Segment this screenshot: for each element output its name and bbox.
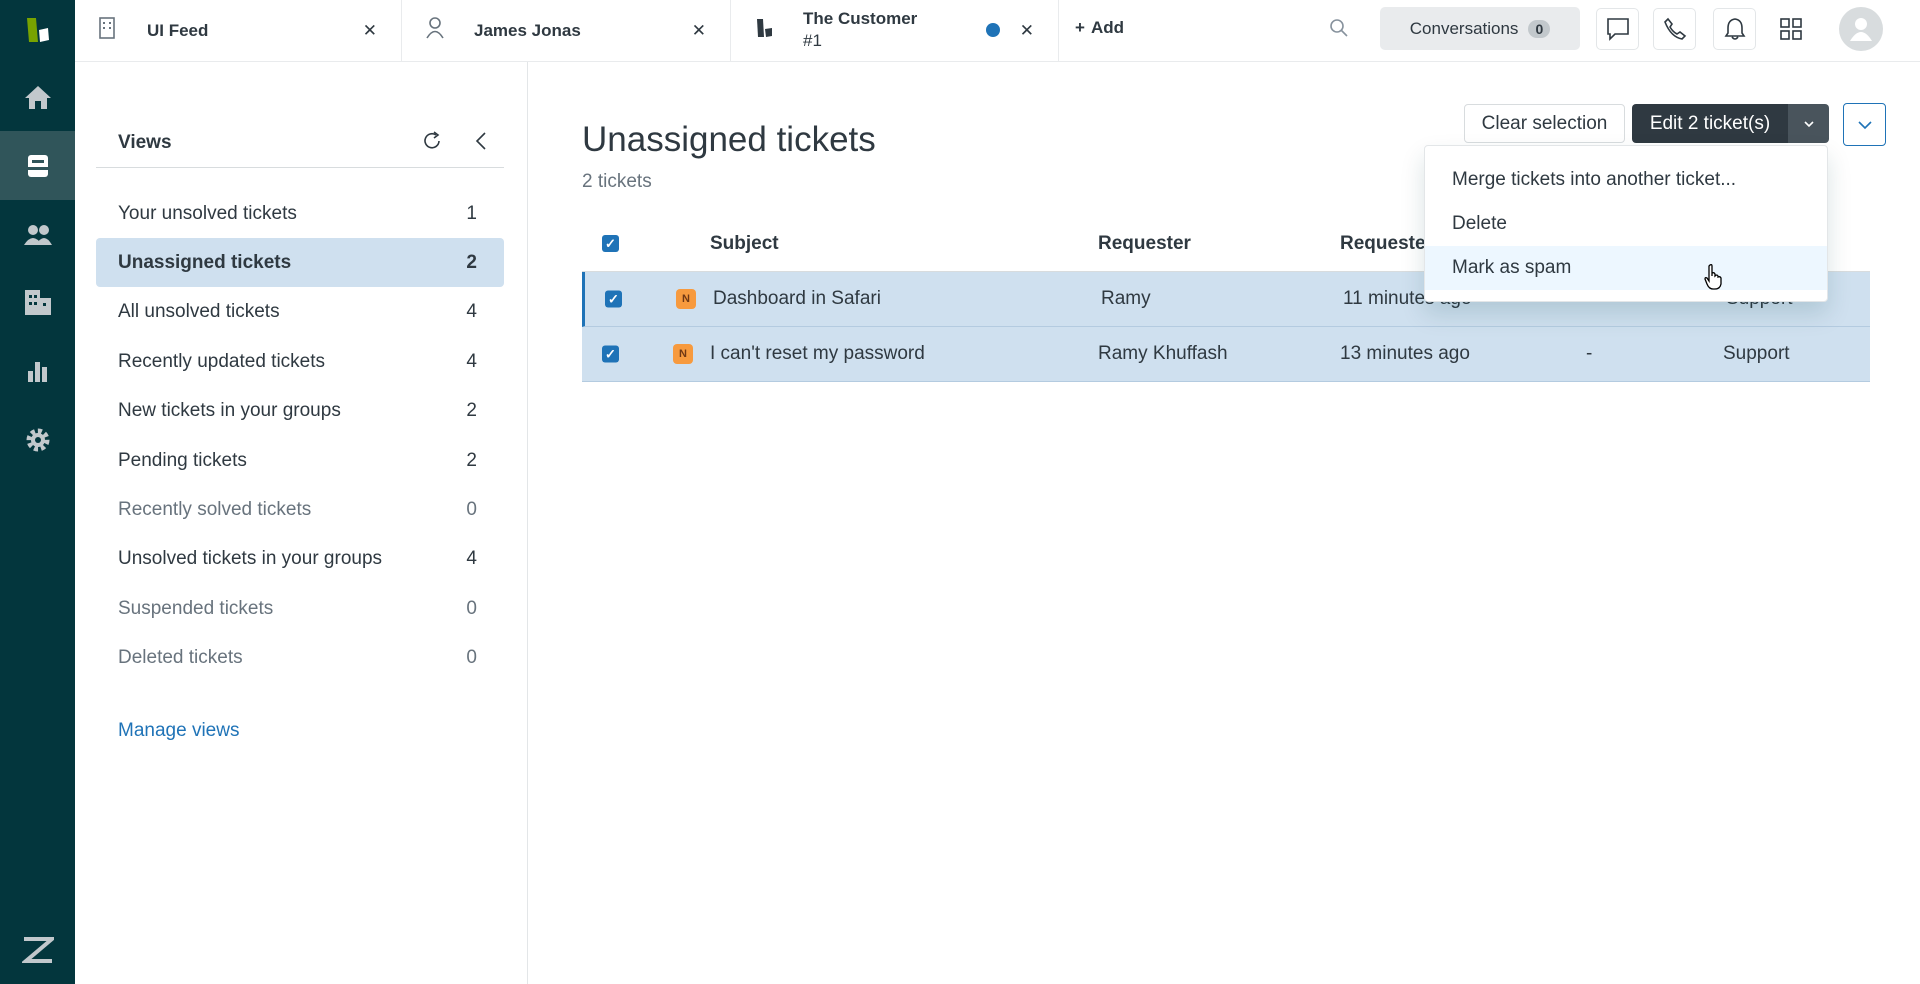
view-label: Unassigned tickets	[118, 251, 292, 273]
ticket-requester: Ramy Khuffash	[1098, 343, 1228, 364]
tab-label: UI Feed	[147, 20, 209, 40]
column-requested[interactable]: Requested	[1340, 233, 1437, 255]
customers-icon[interactable]	[0, 205, 75, 265]
view-item[interactable]: Your unsolved tickets 1	[96, 189, 504, 238]
view-label: All unsolved tickets	[118, 301, 280, 323]
tab-label: James Jonas	[474, 20, 581, 40]
view-item[interactable]: Suspended tickets 0	[96, 584, 504, 633]
building-icon	[99, 17, 115, 44]
refresh-icon[interactable]	[421, 130, 443, 157]
view-item[interactable]: Unassigned tickets 2	[96, 238, 504, 288]
edit-tickets-button[interactable]: Edit 2 ticket(s)	[1632, 104, 1788, 143]
collapse-chevron-left-icon[interactable]	[475, 131, 487, 156]
divider	[96, 167, 504, 168]
view-count: 1	[466, 202, 477, 224]
zendesk-icon	[755, 18, 775, 43]
ticket-group: Support	[1723, 343, 1790, 364]
settings-gear-icon[interactable]	[0, 410, 75, 470]
status-badge: N	[673, 344, 693, 364]
view-item[interactable]: Recently solved tickets 0	[96, 485, 504, 534]
view-label: Suspended tickets	[118, 597, 274, 619]
view-label: Unsolved tickets in your groups	[118, 548, 383, 570]
conversations-count: 0	[1528, 19, 1551, 38]
view-label: Deleted tickets	[118, 647, 243, 669]
zendesk-logo-icon[interactable]	[0, 0, 75, 60]
avatar[interactable]	[1839, 7, 1883, 51]
chat-icon[interactable]	[1596, 8, 1639, 50]
manage-views-link[interactable]: Manage views	[118, 720, 239, 742]
view-label: Pending tickets	[118, 449, 247, 471]
user-icon	[426, 17, 444, 44]
views-title: Views	[118, 132, 172, 153]
view-count: 4	[466, 301, 477, 323]
add-label: Add	[1090, 18, 1124, 37]
tab-the-customer[interactable]: The Customer #1 ✕	[731, 0, 1059, 61]
apps-grid-icon[interactable]	[1780, 18, 1802, 45]
view-count: 2	[466, 400, 477, 422]
views-icon[interactable]	[0, 131, 75, 200]
ticket-subject[interactable]: Dashboard in Safari	[713, 288, 881, 310]
row-checkbox[interactable]: ✓	[602, 345, 619, 363]
ticket-requester: Ramy	[1101, 288, 1151, 309]
view-count: 2	[466, 251, 477, 273]
unread-dot	[986, 23, 1000, 37]
row-checkbox[interactable]: ✓	[605, 290, 622, 308]
home-icon[interactable]	[0, 67, 75, 127]
tab-ui-feed[interactable]: UI Feed ✕	[75, 0, 402, 61]
view-label: Recently updated tickets	[118, 350, 326, 372]
conversations-label: Conversations	[1409, 18, 1519, 38]
close-tab-icon[interactable]: ✕	[692, 21, 706, 41]
ticket-requested: 13 minutes ago	[1340, 343, 1470, 364]
view-label: Recently solved tickets	[118, 498, 312, 520]
view-label: Your unsolved tickets	[118, 202, 297, 224]
hand-cursor-icon	[1703, 263, 1725, 296]
top-bar: UI Feed ✕ James Jonas ✕ The Customer #1 ✕…	[75, 0, 1920, 62]
notifications-bell-icon[interactable]	[1713, 8, 1756, 50]
view-count: 0	[466, 498, 477, 520]
tab-james-jonas[interactable]: James Jonas ✕	[402, 0, 731, 61]
status-badge: N	[676, 289, 696, 309]
tab-sublabel: #1	[803, 31, 822, 50]
ticket-row[interactable]: ✓ N I can't reset my password Ramy Khuff…	[582, 327, 1870, 382]
ticket-subject[interactable]: I can't reset my password	[710, 343, 925, 365]
view-item[interactable]: All unsolved tickets 4	[96, 288, 504, 337]
view-count: 2	[466, 449, 477, 471]
plus-icon: +	[1075, 18, 1085, 37]
zendesk-wordmark-icon	[0, 919, 75, 979]
views-panel: Views Your unsolved tickets 1 Unassigned t…	[75, 62, 528, 984]
edit-options-chevron-down-icon[interactable]	[1788, 104, 1829, 143]
menu-item-delete[interactable]: Delete	[1425, 202, 1827, 246]
page-title: Unassigned tickets	[582, 120, 876, 159]
phone-icon[interactable]	[1653, 8, 1696, 50]
view-count: 4	[466, 548, 477, 570]
view-item[interactable]: Pending tickets 2	[96, 436, 504, 485]
view-item[interactable]: Unsolved tickets in your groups 4	[96, 535, 504, 584]
column-subject[interactable]: Subject	[710, 233, 779, 255]
select-all-checkbox[interactable]: ✓	[602, 235, 619, 252]
conversations-button[interactable]: Conversations 0	[1380, 7, 1580, 50]
view-item[interactable]: Deleted tickets 0	[96, 634, 504, 683]
organizations-icon[interactable]	[0, 272, 75, 332]
close-tab-icon[interactable]: ✕	[363, 21, 377, 41]
view-count: 4	[466, 350, 477, 372]
search-icon[interactable]	[1329, 18, 1349, 43]
view-label: New tickets in your groups	[118, 400, 341, 422]
left-nav	[0, 0, 75, 984]
view-item[interactable]: New tickets in your groups 2	[96, 387, 504, 436]
tab-label: The Customer	[803, 9, 918, 28]
edit-options-menu: Merge tickets into another ticket... Del…	[1424, 145, 1828, 302]
reporting-icon[interactable]	[0, 341, 75, 401]
view-options-chevron-down-icon[interactable]	[1843, 103, 1886, 146]
clear-selection-button[interactable]: Clear selection	[1464, 104, 1625, 143]
menu-item-merge[interactable]: Merge tickets into another ticket...	[1425, 158, 1827, 202]
column-requester[interactable]: Requester	[1098, 233, 1191, 255]
add-tab-button[interactable]: + Add	[1075, 18, 1124, 38]
view-item[interactable]: Recently updated tickets 4	[96, 337, 504, 386]
menu-item-mark-as-spam[interactable]: Mark as spam	[1425, 246, 1827, 290]
view-count: 0	[466, 647, 477, 669]
ticket-field: -	[1586, 343, 1593, 364]
close-tab-icon[interactable]: ✕	[1020, 21, 1034, 41]
view-count: 0	[466, 597, 477, 619]
ticket-count: 2 tickets	[582, 171, 652, 192]
